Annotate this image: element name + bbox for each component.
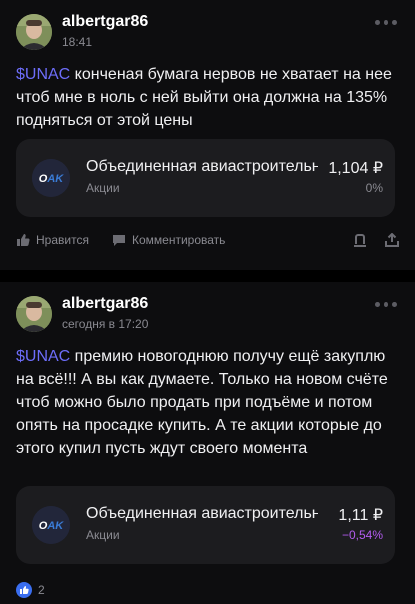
like-button[interactable]: Нравится xyxy=(16,233,89,247)
reactions[interactable]: 2 xyxy=(16,582,45,598)
post-time: 18:41 xyxy=(62,35,93,49)
svg-text:OAK: OAK xyxy=(39,520,65,532)
bookmark-button[interactable] xyxy=(353,233,367,247)
share-icon xyxy=(385,233,399,247)
comment-icon xyxy=(113,234,125,246)
stock-type: Акции xyxy=(86,181,120,195)
like-icon xyxy=(17,234,30,246)
avatar[interactable] xyxy=(16,296,52,332)
avatar[interactable] xyxy=(16,14,52,50)
more-icon[interactable] xyxy=(375,20,398,28)
stock-logo: OAK xyxy=(32,159,70,197)
stock-logo: OAK xyxy=(32,506,70,544)
post-time: сегодня в 17:20 xyxy=(62,317,149,331)
stock-name: Объединенная авиастроительная корпорация xyxy=(86,158,318,175)
more-icon[interactable] xyxy=(375,302,398,310)
post-body: конченая бумага нервов не хватает на нее… xyxy=(16,66,392,129)
reaction-count: 2 xyxy=(38,583,45,597)
share-button[interactable] xyxy=(385,233,399,247)
stock-name: Объединенная авиастроительная корпорация xyxy=(86,505,318,522)
post-text: $UNAC конченая бумага нервов не хватает … xyxy=(16,63,395,132)
comment-label: Комментировать xyxy=(132,233,226,247)
stock-card[interactable]: OAK Объединенная авиастроительная корпор… xyxy=(16,486,395,564)
ticker-link[interactable]: $UNAC xyxy=(16,66,70,83)
bookmark-icon xyxy=(354,234,366,247)
comment-button[interactable]: Комментировать xyxy=(112,233,225,247)
svg-text:OAK: OAK xyxy=(39,173,65,185)
stock-change: −0,54% xyxy=(341,528,383,542)
username[interactable]: albertgar86 xyxy=(62,295,148,313)
ticker-link[interactable]: $UNAC xyxy=(16,348,70,365)
post-body: премию новогоднюю получу ещё закуплю на … xyxy=(16,348,388,457)
post-text: $UNAC премию новогоднюю получу ещё закуп… xyxy=(16,345,395,460)
stock-price: 1,104 ₽ xyxy=(328,160,383,177)
like-label: Нравится xyxy=(36,233,89,247)
thumbs-up-icon xyxy=(16,582,32,598)
post-card: albertgar86 18:41 $UNAC конченая бумага … xyxy=(0,0,415,270)
stock-price: 1,11 ₽ xyxy=(338,507,383,524)
stock-change: 0% xyxy=(365,181,383,195)
post-actions: Нравится Комментировать xyxy=(16,233,399,253)
stock-type: Акции xyxy=(86,528,120,542)
username[interactable]: albertgar86 xyxy=(62,13,148,31)
stock-card[interactable]: OAK Объединенная авиастроительная корпор… xyxy=(16,139,395,217)
post-card: albertgar86 сегодня в 17:20 $UNAC премию… xyxy=(0,282,415,604)
